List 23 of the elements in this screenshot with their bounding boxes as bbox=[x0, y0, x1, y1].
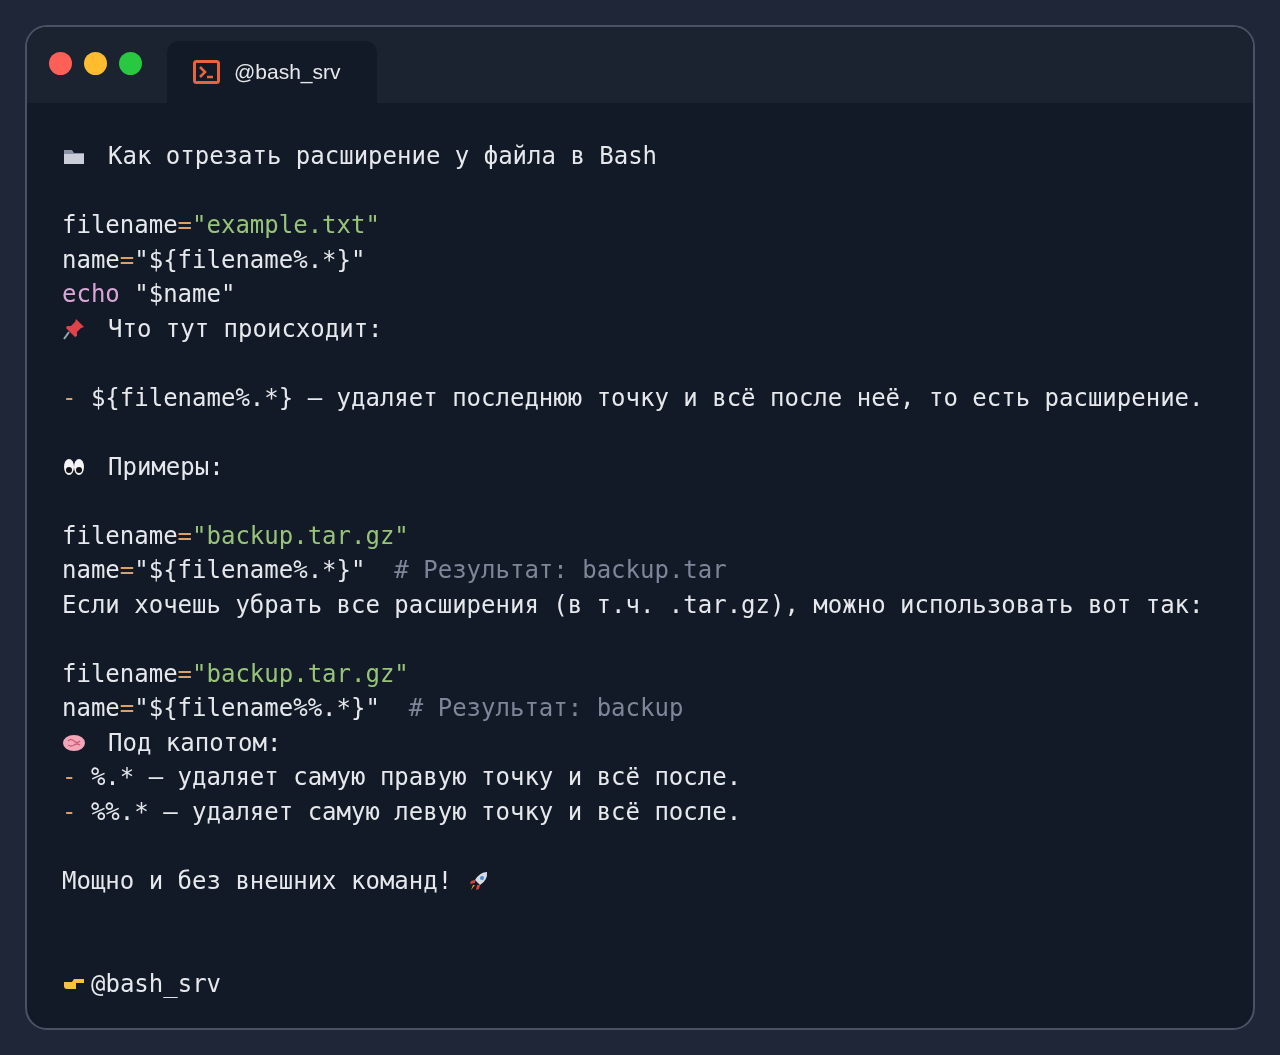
code-line: echo "$name" bbox=[62, 279, 236, 310]
text-line: Примеры: bbox=[108, 451, 224, 483]
code-line: filename="backup.tar.gz" bbox=[62, 520, 409, 552]
text-line: Что тут происходит: bbox=[108, 313, 383, 345]
text-line: @bash_srv bbox=[91, 969, 222, 1000]
text-line: Мощно и без внешних команд! bbox=[62, 865, 454, 897]
minimize-button[interactable] bbox=[84, 51, 107, 75]
terminal-tab[interactable]: @bash_srv bbox=[167, 41, 377, 103]
code-line: filename="backup.tar.gz" bbox=[62, 658, 409, 690]
pushpin-icon bbox=[62, 316, 86, 341]
text-line: - %.* — удаляет самую правую точку и всё после. bbox=[62, 762, 742, 793]
text-line: Если хочешь убрать все расширения (в т.ч. .tar.gz), можно использовать вот так: bbox=[62, 589, 1204, 621]
code-line: name="${filename%.*}" # Результат: backup.tar bbox=[62, 555, 727, 586]
code-line: filename="example.txt" bbox=[62, 210, 380, 241]
text-line: Как отрезать расширение у файла в Bash bbox=[108, 141, 658, 172]
text-line: Под капотом: bbox=[108, 727, 282, 759]
maximize-button[interactable] bbox=[119, 51, 142, 75]
terminal-icon bbox=[193, 60, 220, 84]
text-line: - %%.* — удаляет самую левую точку и всё после. bbox=[62, 796, 742, 828]
text-line: - ${filename%.*} — удаляет последнюю точку и всё после неё, то есть расширение. bbox=[62, 382, 1204, 414]
code-line: name="${filename%.*}" bbox=[62, 244, 366, 276]
code-line: name="${filename%%.*}" # Результат: backup bbox=[62, 693, 684, 724]
close-button[interactable] bbox=[49, 51, 72, 75]
